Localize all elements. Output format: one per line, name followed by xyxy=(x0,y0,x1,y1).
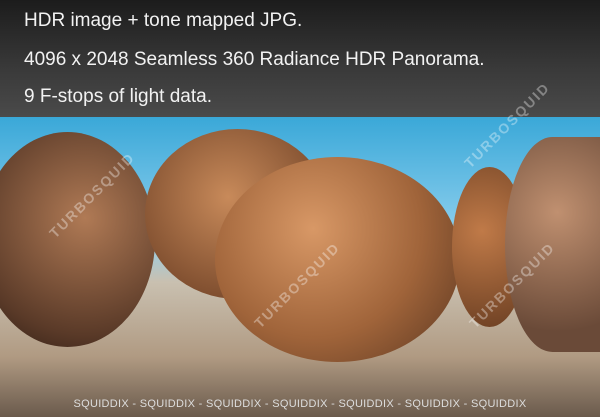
rock-center xyxy=(215,157,460,362)
panorama-image: TURBOSQUID TURBOSQUID TURBOSQUID TURBOSQ… xyxy=(0,79,600,417)
caption-line-2: 4096 x 2048 Seamless 360 Radiance HDR Pa… xyxy=(24,49,485,70)
caption-header: HDR image + tone mapped JPG. 4096 x 2048… xyxy=(0,0,600,117)
footer-watermark: SQUIDDIX - SQUIDDIX - SQUIDDIX - SQUIDDI… xyxy=(73,398,527,410)
caption-line-3: 9 F-stops of light data. xyxy=(24,86,212,107)
caption-line-1: HDR image + tone mapped JPG. xyxy=(24,10,303,31)
